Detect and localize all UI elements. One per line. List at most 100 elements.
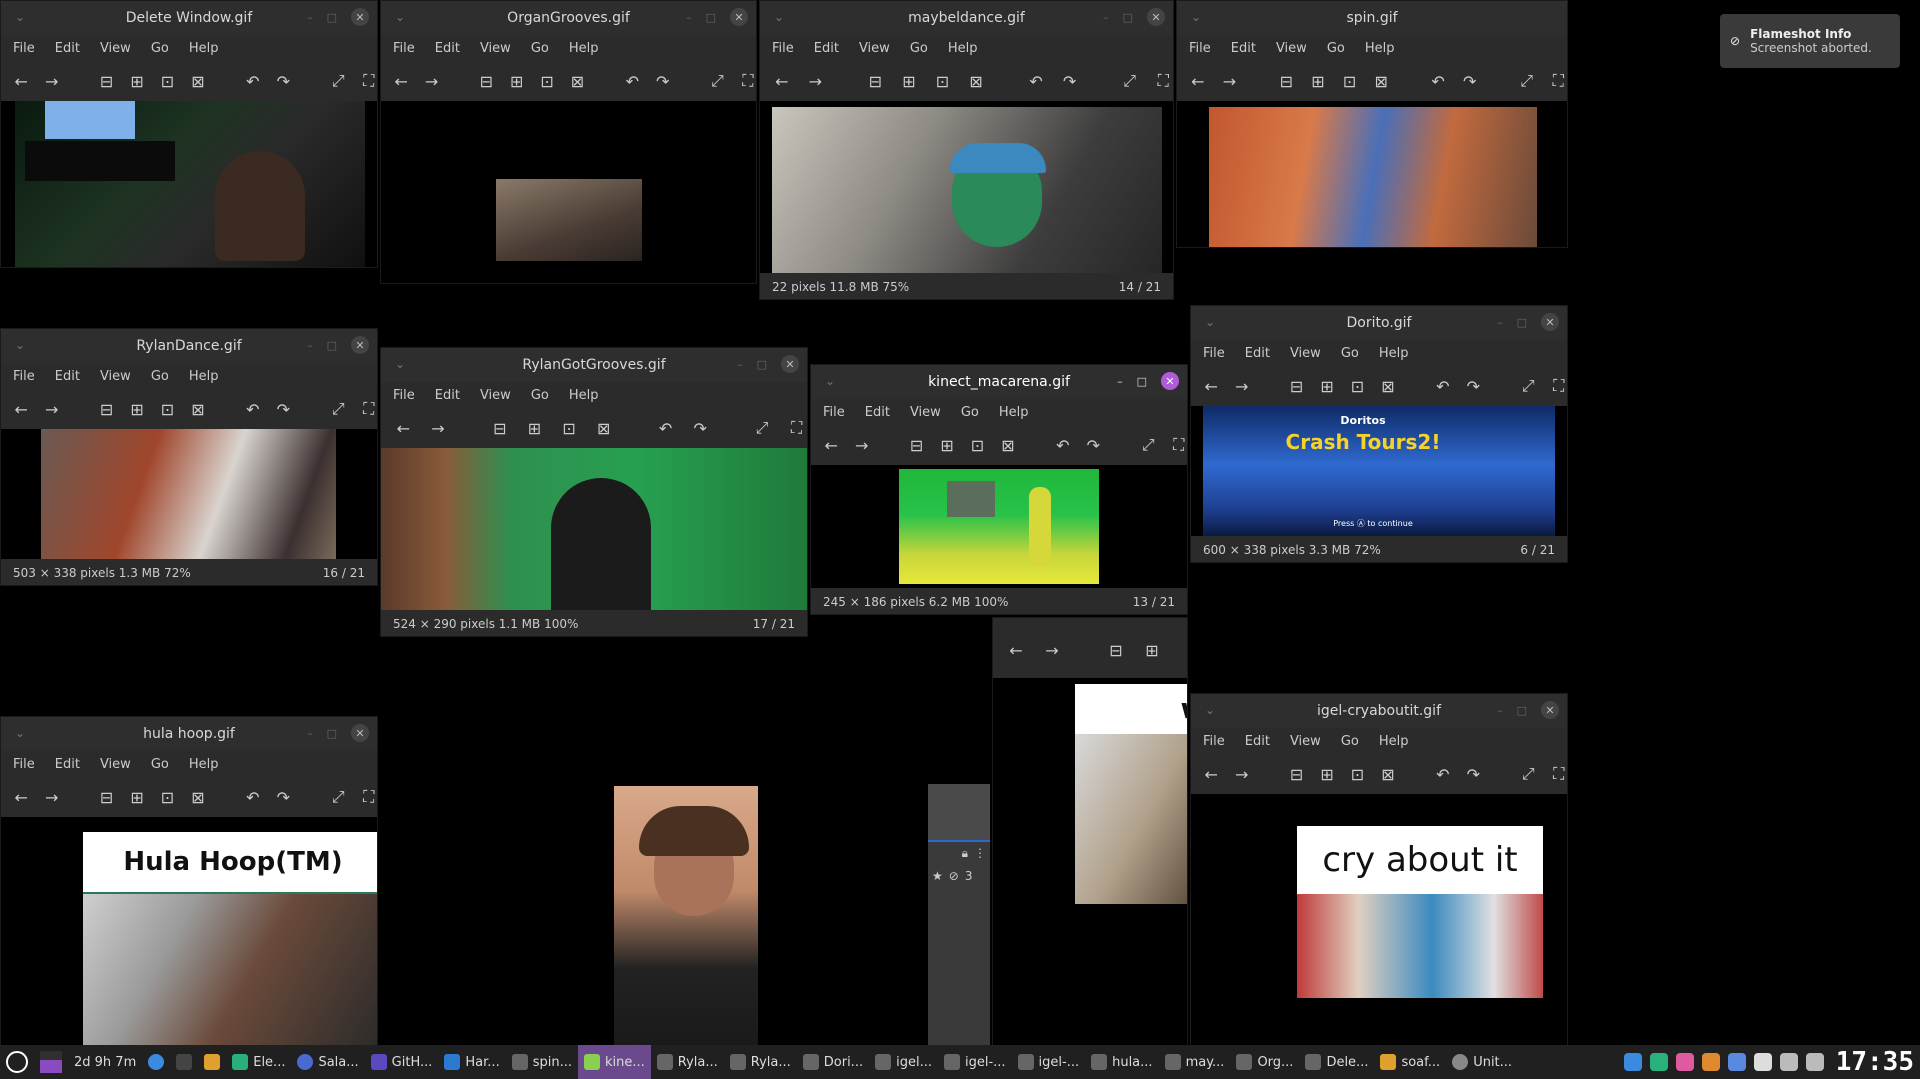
taskbar-task[interactable]: Ryla... bbox=[651, 1045, 724, 1079]
zoom-orig-icon[interactable]: ⊡ bbox=[159, 788, 175, 807]
fit-icon[interactable]: ⊟ bbox=[1288, 377, 1304, 396]
fullscreen-icon[interactable]: ⤢ bbox=[709, 71, 725, 91]
chevron-down-icon[interactable]: ⌄ bbox=[825, 374, 835, 388]
menu-file[interactable]: File bbox=[13, 41, 35, 56]
chevron-down-icon[interactable]: ⌄ bbox=[395, 357, 405, 371]
menu-view[interactable]: View bbox=[100, 41, 131, 56]
zoom-in-icon[interactable]: ⊞ bbox=[129, 72, 145, 91]
start-menu-button[interactable] bbox=[0, 1045, 34, 1079]
slideshow-icon[interactable]: ⛶ bbox=[360, 787, 376, 807]
taskbar-task[interactable]: igel-... bbox=[1012, 1045, 1086, 1079]
menu-help[interactable]: Help bbox=[189, 369, 219, 384]
zoom-fit-icon[interactable]: ⊠ bbox=[190, 788, 206, 807]
close-button[interactable]: ✕ bbox=[351, 8, 369, 26]
fullscreen-icon[interactable]: ⤢ bbox=[1140, 435, 1156, 455]
menu-file[interactable]: File bbox=[13, 369, 35, 384]
zoom-orig-icon[interactable]: ⊡ bbox=[933, 72, 953, 91]
menu-go[interactable]: Go bbox=[910, 41, 928, 56]
menu-edit[interactable]: Edit bbox=[1231, 41, 1256, 56]
taskbar-task[interactable]: Dori... bbox=[797, 1045, 869, 1079]
close-button[interactable]: ✕ bbox=[781, 355, 799, 373]
minimize-button[interactable]: – bbox=[307, 339, 313, 352]
menu-view[interactable]: View bbox=[1276, 41, 1307, 56]
tray-app-icon[interactable] bbox=[1701, 1053, 1720, 1071]
minimize-button[interactable]: – bbox=[1497, 316, 1503, 329]
taskbar-task[interactable]: Org... bbox=[1230, 1045, 1299, 1079]
slideshow-icon[interactable]: ⛶ bbox=[360, 71, 376, 91]
menu-go[interactable]: Go bbox=[151, 41, 169, 56]
fit-icon[interactable]: ⊟ bbox=[866, 72, 886, 91]
forward-icon[interactable]: → bbox=[428, 419, 449, 438]
fit-icon[interactable]: ⊟ bbox=[1278, 72, 1296, 91]
zoom-in-icon[interactable]: ⊞ bbox=[899, 72, 919, 91]
titlebar[interactable]: ⌄ RylanDance.gif – □ ✕ bbox=[1, 329, 377, 363]
titlebar[interactable]: ⌄ OrganGrooves.gif – □ ✕ bbox=[381, 1, 756, 35]
chevron-down-icon[interactable]: ⌄ bbox=[1205, 315, 1215, 329]
chevron-down-icon[interactable]: ⌄ bbox=[1205, 703, 1215, 717]
titlebar[interactable]: ⌄ Dorito.gif – □ ✕ bbox=[1191, 306, 1567, 340]
slideshow-icon[interactable]: ⛶ bbox=[1170, 435, 1186, 455]
titlebar[interactable]: ⌄ kinect_macarena.gif – □ ✕ bbox=[811, 365, 1187, 399]
window-delete-window[interactable]: ⌄ Delete Window.gif – □ ✕ File Edit View G… bbox=[0, 0, 378, 268]
zoom-fit-icon[interactable]: ⊠ bbox=[966, 72, 986, 91]
minimize-button[interactable]: – bbox=[1497, 704, 1503, 717]
fit-icon[interactable]: ⊟ bbox=[1105, 641, 1127, 660]
back-icon[interactable]: ← bbox=[1005, 641, 1027, 660]
window-hula-hoop[interactable]: ⌄ hula hoop.gif – □ ✕ File Edit View Go He… bbox=[0, 716, 378, 1047]
taskbar-task[interactable]: soaf... bbox=[1374, 1045, 1446, 1079]
taskbar-task[interactable]: Ryla... bbox=[724, 1045, 797, 1079]
menu-edit[interactable]: Edit bbox=[55, 41, 80, 56]
minimize-button[interactable]: – bbox=[307, 727, 313, 740]
slideshow-icon[interactable]: ⛶ bbox=[1550, 764, 1566, 784]
menu-go[interactable]: Go bbox=[1341, 346, 1359, 361]
window-kinect-macarena[interactable]: ⌄ kinect_macarena.gif – □ ✕ File Edit View… bbox=[810, 364, 1188, 615]
more-icon[interactable]: ⋮ bbox=[974, 846, 986, 861]
fit-icon[interactable]: ⊟ bbox=[478, 72, 494, 91]
taskbar-task[interactable]: igel... bbox=[869, 1045, 938, 1079]
slideshow-icon[interactable]: ⛶ bbox=[1549, 71, 1567, 91]
minimize-button[interactable]: – bbox=[1117, 375, 1123, 388]
rotate-right-icon[interactable]: ↷ bbox=[1060, 72, 1080, 91]
rotate-right-icon[interactable]: ↷ bbox=[275, 788, 291, 807]
menu-edit[interactable]: Edit bbox=[55, 757, 80, 772]
discord-icon[interactable] bbox=[1727, 1053, 1746, 1071]
taskbar-task[interactable]: igel-... bbox=[938, 1045, 1012, 1079]
fit-icon[interactable]: ⊟ bbox=[98, 788, 114, 807]
zoom-in-icon[interactable]: ⊞ bbox=[509, 72, 525, 91]
rotate-left-icon[interactable]: ↶ bbox=[1435, 377, 1451, 396]
chevron-down-icon[interactable]: ⌄ bbox=[15, 10, 25, 24]
titlebar[interactable]: ⌄ spin.gif bbox=[1177, 1, 1567, 35]
maximize-button[interactable]: □ bbox=[1137, 375, 1147, 388]
menu-view[interactable]: View bbox=[480, 388, 511, 403]
fit-icon[interactable]: ⊟ bbox=[98, 72, 114, 91]
forward-icon[interactable]: → bbox=[1221, 72, 1239, 91]
back-icon[interactable]: ← bbox=[393, 72, 409, 91]
titlebar[interactable]: ⌄ hula hoop.gif – □ ✕ bbox=[1, 717, 377, 751]
zoom-orig-icon[interactable]: ⊡ bbox=[539, 72, 555, 91]
titlebar[interactable]: ⌄ igel-cryaboutit.gif – □ ✕ bbox=[1191, 694, 1567, 728]
menu-view[interactable]: View bbox=[910, 405, 941, 420]
network-icon[interactable] bbox=[1779, 1053, 1798, 1071]
forward-icon[interactable]: → bbox=[853, 436, 869, 455]
taskbar-launcher-files[interactable] bbox=[198, 1045, 226, 1079]
window-maybeldance[interactable]: ⌄ maybeldance.gif – □ ✕ File Edit View Go … bbox=[759, 0, 1174, 300]
menu-go[interactable]: Go bbox=[1341, 734, 1359, 749]
hidden-icon[interactable]: ⊘ bbox=[949, 869, 959, 883]
back-icon[interactable]: ← bbox=[1203, 377, 1219, 396]
taskbar-launcher-terminal[interactable] bbox=[170, 1045, 198, 1079]
window-spin[interactable]: ⌄ spin.gif File Edit View Go Help ← → ⊟ ⊞ ⊡… bbox=[1176, 0, 1568, 248]
fit-icon[interactable]: ⊟ bbox=[1288, 765, 1304, 784]
menu-help[interactable]: Help bbox=[1365, 41, 1395, 56]
menu-help[interactable]: Help bbox=[189, 757, 219, 772]
fullscreen-icon[interactable]: ⤢ bbox=[330, 787, 346, 807]
menu-file[interactable]: File bbox=[1189, 41, 1211, 56]
slideshow-icon[interactable]: ⛶ bbox=[1153, 71, 1173, 91]
menu-view[interactable]: View bbox=[859, 41, 890, 56]
slideshow-icon[interactable]: ⛶ bbox=[786, 418, 807, 438]
menu-go[interactable]: Go bbox=[151, 369, 169, 384]
zoom-orig-icon[interactable]: ⊡ bbox=[159, 400, 175, 419]
menu-go[interactable]: Go bbox=[961, 405, 979, 420]
tray-app-icon[interactable] bbox=[1649, 1053, 1668, 1071]
rotate-left-icon[interactable]: ↶ bbox=[1435, 765, 1451, 784]
menu-file[interactable]: File bbox=[772, 41, 794, 56]
